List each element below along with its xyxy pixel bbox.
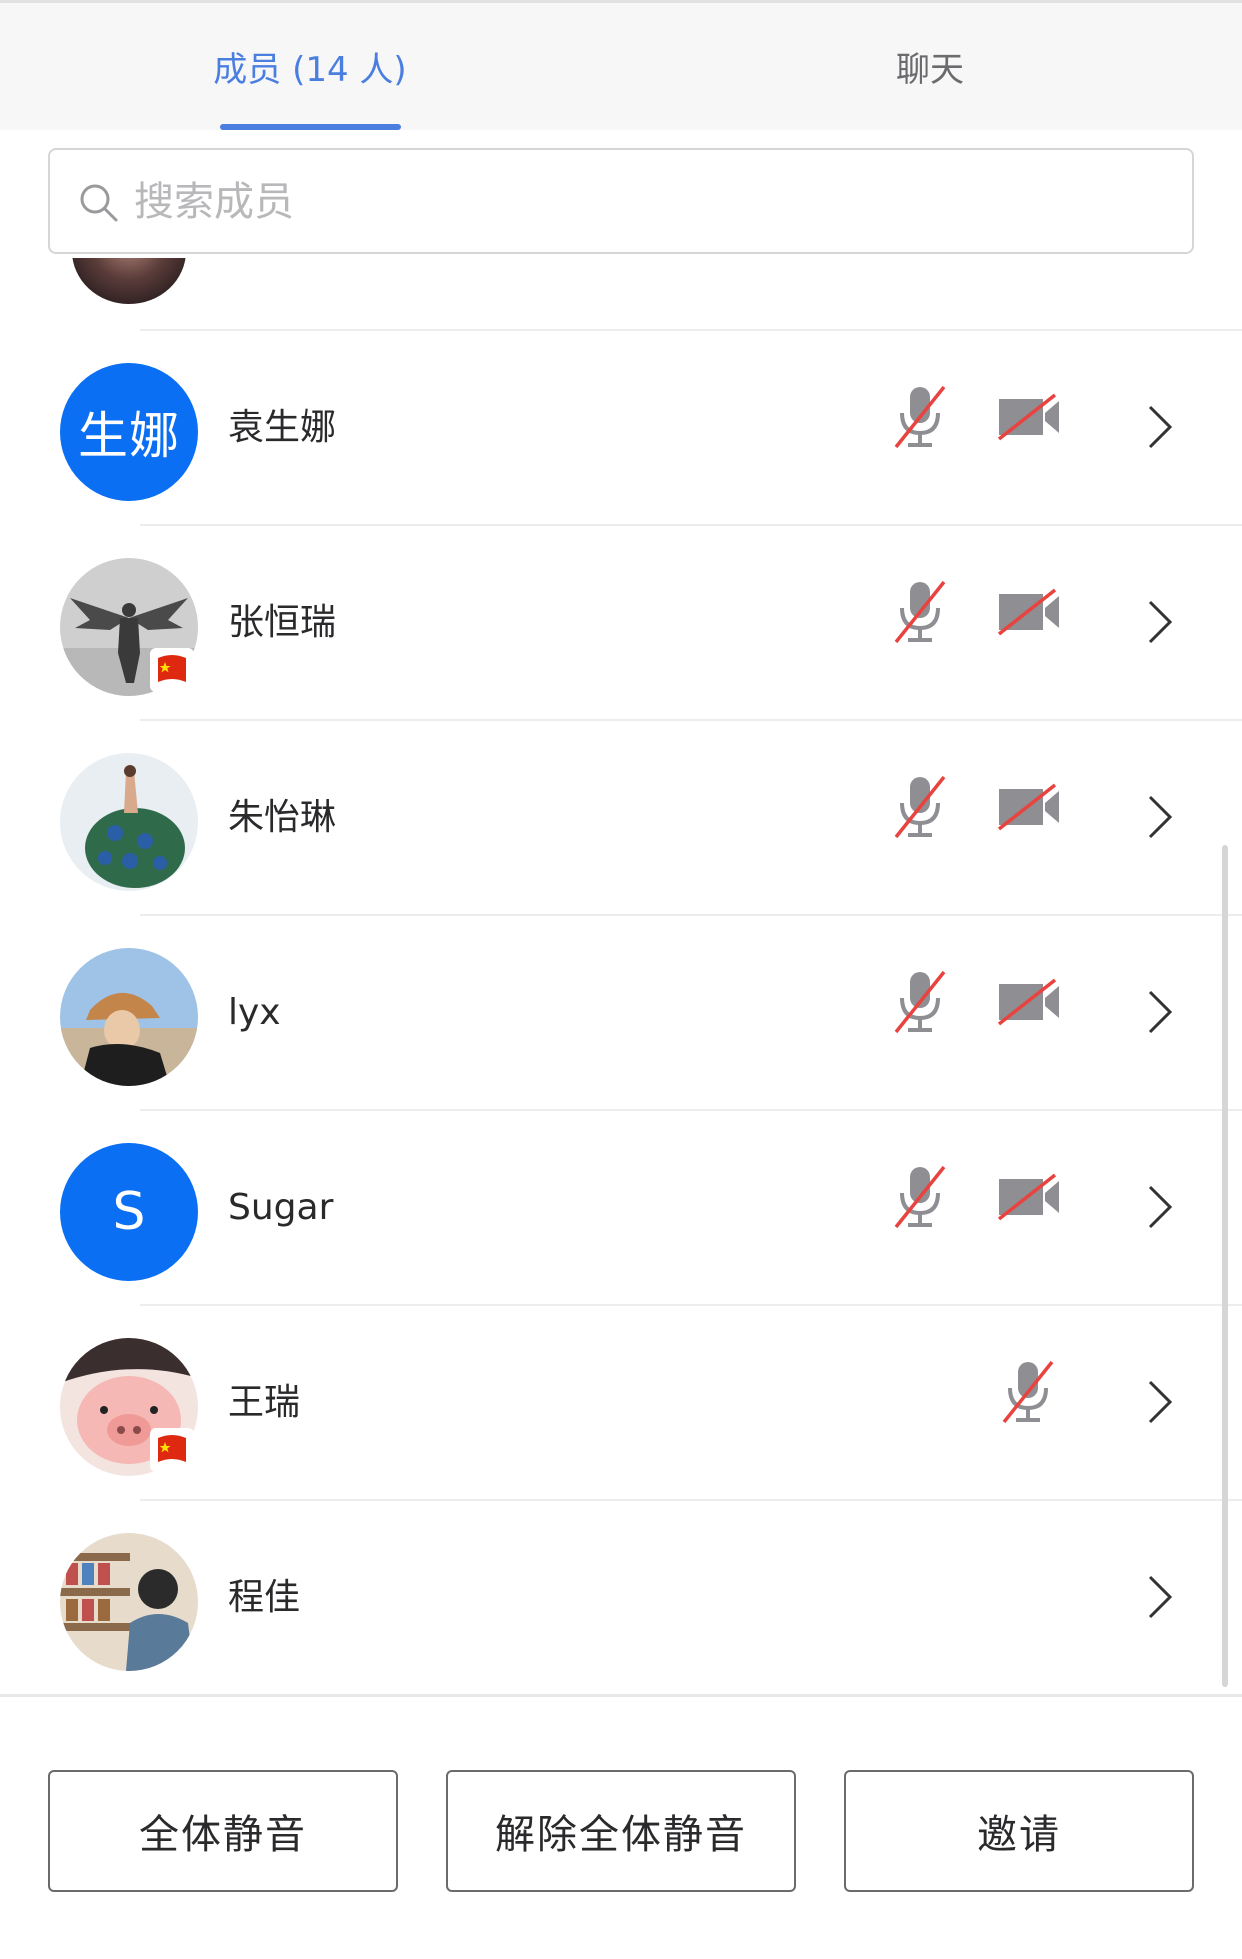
divider: [0, 1694, 1242, 1697]
list-item[interactable]: lyx: [0, 916, 1242, 1111]
list-item[interactable]: 王瑞: [0, 1306, 1242, 1501]
scrollbar[interactable]: [1222, 845, 1228, 1687]
avatar: 生娜: [60, 363, 198, 501]
member-name: 程佳: [228, 1577, 301, 1618]
list-item[interactable]: 张恒瑞: [0, 526, 1242, 721]
invite-button[interactable]: 邀请: [844, 1770, 1194, 1892]
list-item[interactable]: 程佳: [0, 1501, 1242, 1694]
mic-muted-icon[interactable]: [892, 773, 948, 841]
member-name: Sugar: [228, 1187, 334, 1228]
tab-members[interactable]: 成员 (14 人): [210, 3, 410, 130]
mic-muted-icon[interactable]: [1000, 1358, 1056, 1426]
search-icon: [80, 184, 118, 222]
flag-badge: [150, 1428, 194, 1472]
list-item[interactable]: 朱怡琳: [0, 721, 1242, 916]
camera-off-icon[interactable]: [997, 391, 1063, 443]
search-input[interactable]: [132, 168, 1176, 236]
camera-off-icon[interactable]: [997, 1171, 1063, 1223]
mute-all-button[interactable]: 全体静音: [48, 1770, 398, 1892]
search-box: [48, 148, 1194, 254]
member-name: lyx: [228, 992, 281, 1033]
chevron-right-icon[interactable]: [1144, 1376, 1176, 1428]
tab-chat[interactable]: 聊天: [830, 3, 1030, 130]
member-name: 王瑞: [228, 1382, 301, 1423]
mic-muted-icon[interactable]: [892, 578, 948, 646]
member-name: 张恒瑞: [228, 602, 337, 643]
avatar: [60, 948, 198, 1086]
mic-muted-icon[interactable]: [892, 1163, 948, 1231]
member-name: 袁生娜: [228, 407, 337, 448]
list-item[interactable]: S Sugar: [0, 1111, 1242, 1306]
member-name: 朱怡琳: [228, 797, 337, 838]
camera-off-icon[interactable]: [997, 781, 1063, 833]
avatar: [60, 1533, 198, 1671]
tab-bar: 成员 (14 人) 聊天: [0, 0, 1242, 130]
avatar: [60, 753, 198, 891]
unmute-all-button[interactable]: 解除全体静音: [446, 1770, 796, 1892]
mic-muted-icon[interactable]: [892, 968, 948, 1036]
camera-off-icon[interactable]: [997, 586, 1063, 638]
chevron-right-icon[interactable]: [1144, 1571, 1176, 1623]
active-tab-indicator: [220, 124, 401, 130]
list-item[interactable]: 生娜 袁生娜: [0, 331, 1242, 526]
chevron-right-icon[interactable]: [1144, 986, 1176, 1038]
chevron-right-icon[interactable]: [1144, 791, 1176, 843]
chevron-right-icon[interactable]: [1144, 401, 1176, 453]
mic-muted-icon[interactable]: [892, 383, 948, 451]
chevron-right-icon[interactable]: [1144, 1181, 1176, 1233]
avatar: [72, 258, 186, 304]
flag-badge: [150, 648, 194, 692]
camera-off-icon[interactable]: [997, 976, 1063, 1028]
avatar: S: [60, 1143, 198, 1281]
chevron-right-icon[interactable]: [1144, 596, 1176, 648]
member-list[interactable]: 生娜 袁生娜 张恒瑞 朱怡琳 lyx S Sugar 王瑞 程佳: [0, 258, 1242, 1694]
